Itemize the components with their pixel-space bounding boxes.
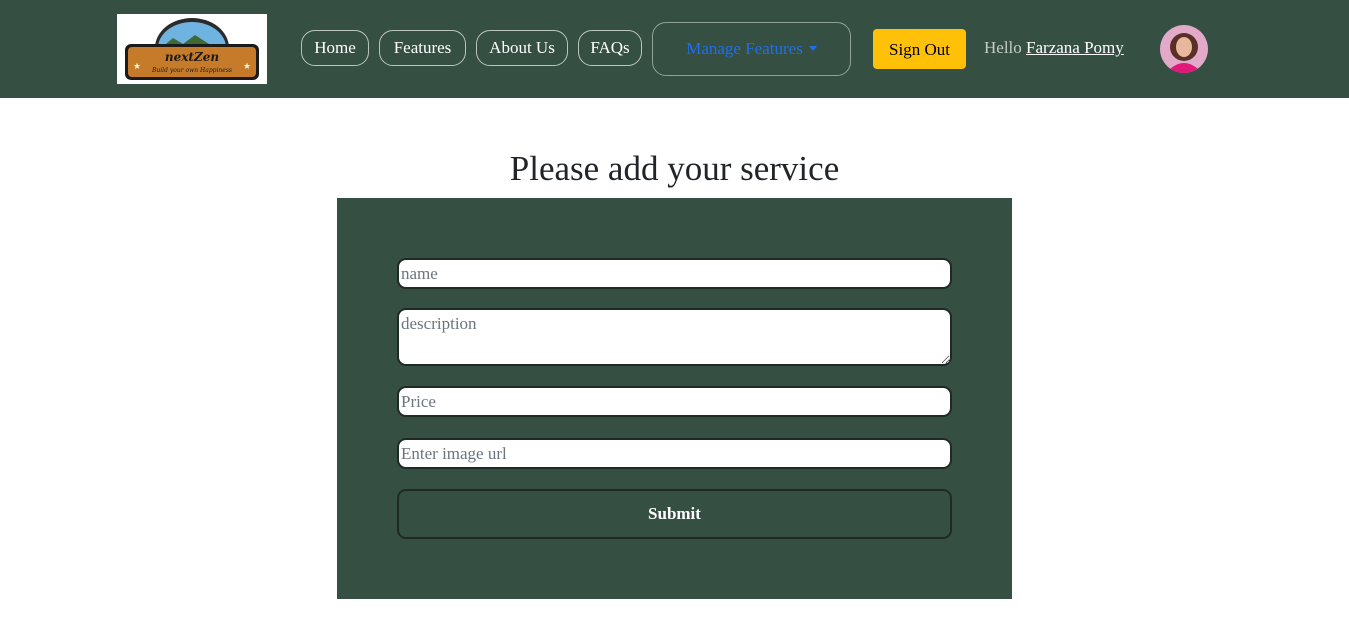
nav-home[interactable]: Home [301, 30, 369, 66]
nav-features[interactable]: Features [379, 30, 466, 66]
sign-out-button[interactable]: Sign Out [873, 29, 966, 69]
user-name-link[interactable]: Farzana Pomy [1026, 38, 1124, 57]
manage-features-dropdown[interactable]: Manage Features [652, 22, 851, 76]
image-url-input[interactable] [397, 438, 952, 469]
nav-about-us[interactable]: About Us [476, 30, 568, 66]
logo-title: nextZen [165, 50, 219, 64]
svg-text:★: ★ [133, 62, 141, 72]
svg-text:★: ★ [243, 62, 251, 72]
avatar-image [1160, 25, 1208, 73]
submit-button[interactable]: Submit [397, 489, 952, 539]
brand-logo[interactable]: ★ ★ nextZen Build your own Happiness [117, 14, 267, 84]
caret-down-icon [808, 46, 817, 51]
page-title: Please add your service [509, 149, 840, 188]
user-greeting: Hello Farzana Pomy [984, 37, 1124, 59]
nav-faqs[interactable]: FAQs [578, 30, 642, 66]
user-avatar[interactable] [1160, 25, 1208, 73]
description-textarea[interactable] [397, 308, 952, 366]
name-input[interactable] [397, 258, 952, 289]
manage-features-label: Manage Features [686, 39, 803, 58]
logo-tagline: Build your own Happiness [151, 67, 232, 74]
brand-logo-image: ★ ★ nextZen Build your own Happiness [117, 14, 267, 84]
add-service-form: Submit [337, 198, 1012, 599]
price-input[interactable] [397, 386, 952, 417]
greeting-text: Hello [984, 38, 1022, 57]
navbar: ★ ★ nextZen Build your own Happiness Hom… [0, 0, 1349, 98]
